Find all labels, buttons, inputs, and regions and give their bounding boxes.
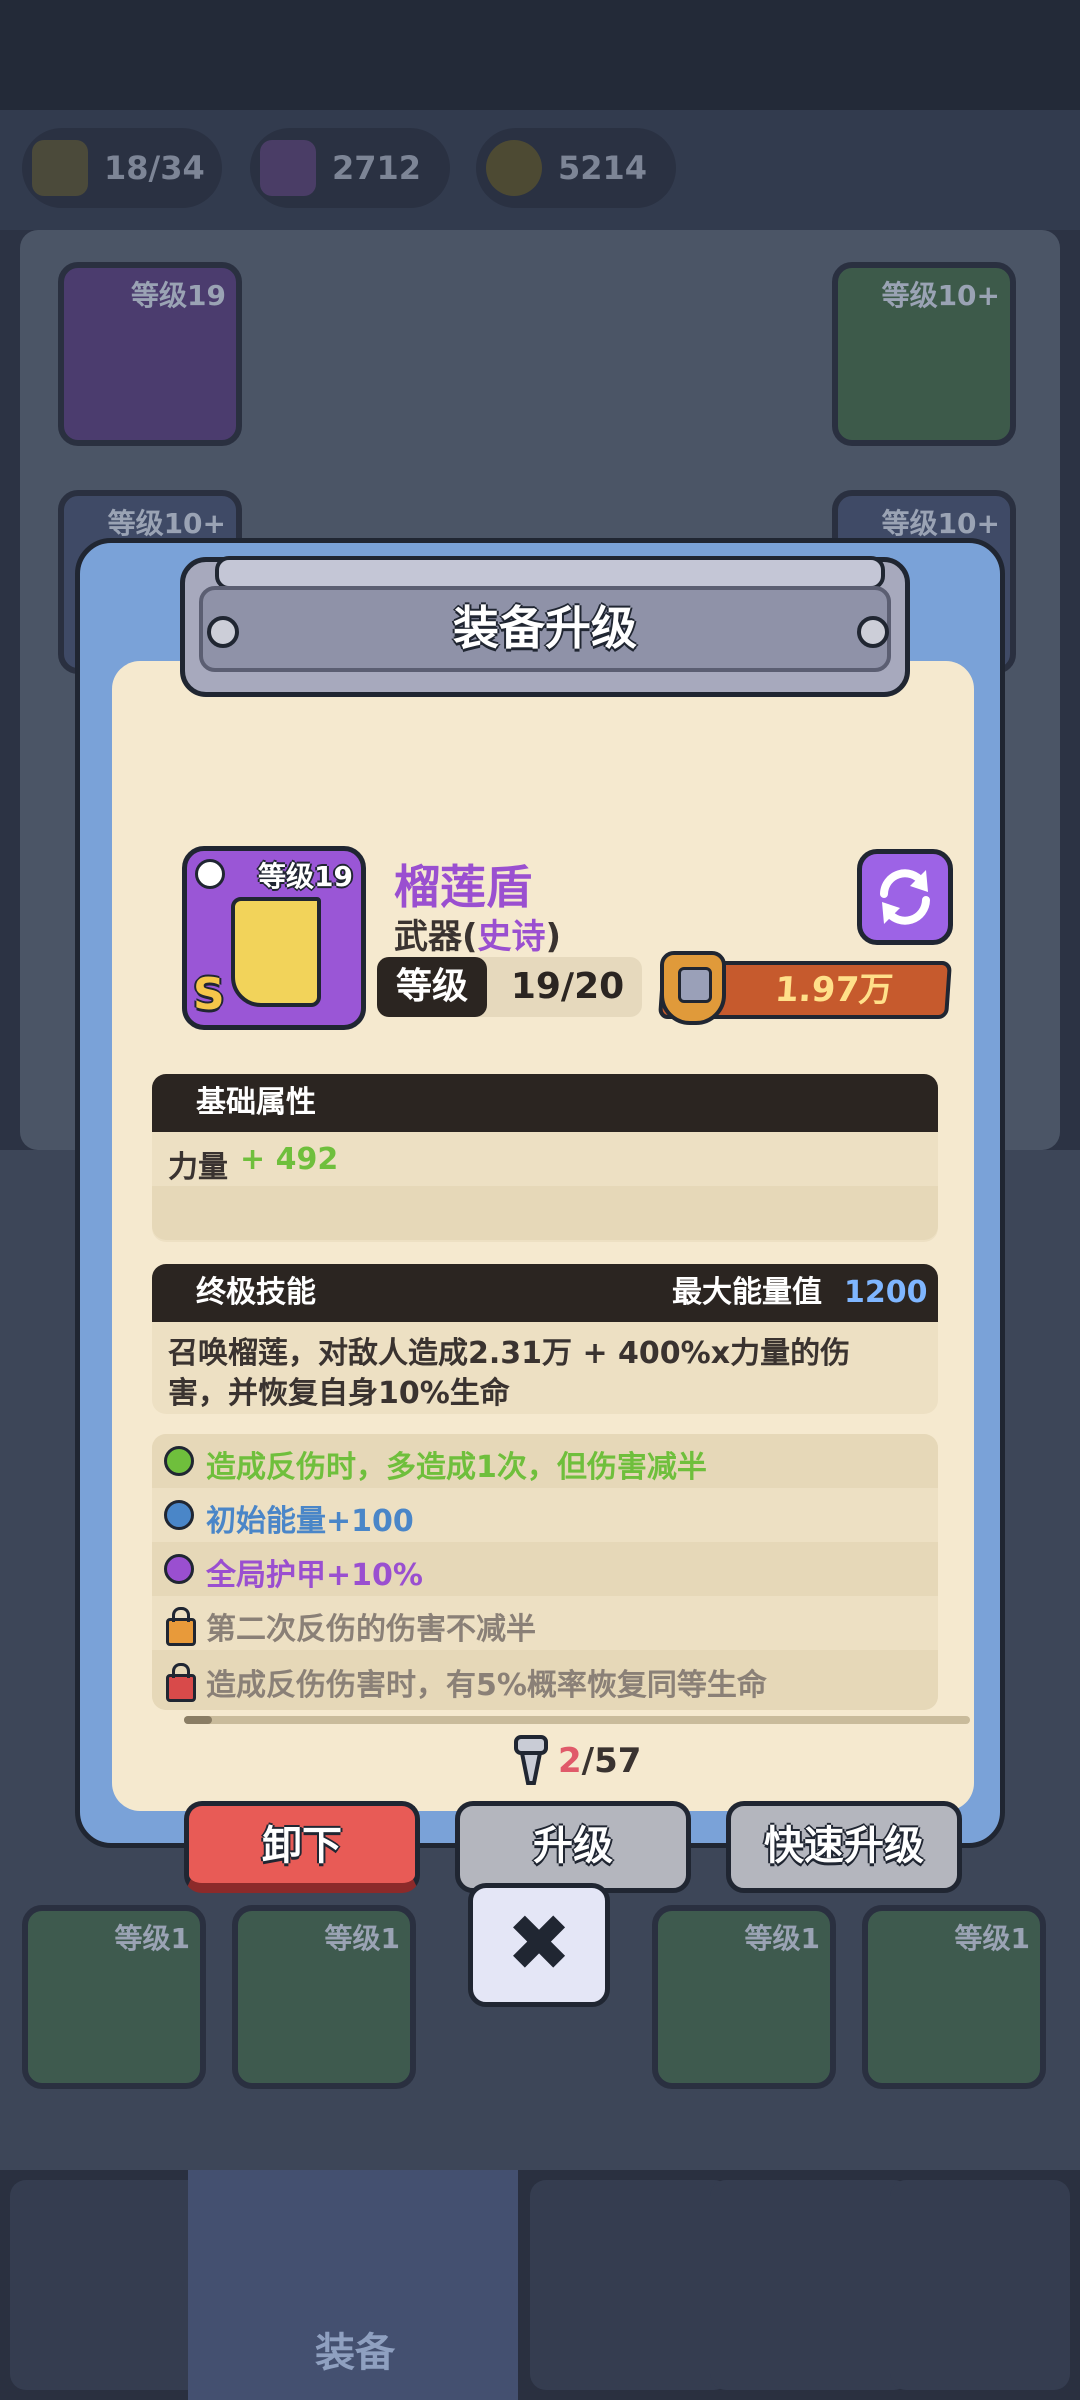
inventory-item[interactable]: 等级1 <box>232 1905 416 2089</box>
green-dot-icon <box>164 1446 194 1476</box>
close-icon: ✖ <box>506 1899 572 1989</box>
orange-lock-icon <box>166 1607 196 1646</box>
status-bar <box>0 0 1080 110</box>
level-box: 等级 19/20 <box>377 957 642 1017</box>
screw-icon <box>510 1735 552 1787</box>
shield-icon <box>660 951 726 1025</box>
rarity-badge: S <box>193 969 225 1020</box>
close-button[interactable]: ✖ <box>468 1883 610 2007</box>
energy-counter[interactable]: 18/34 <box>22 128 222 208</box>
modal-title: 装备升级 <box>453 601 637 655</box>
attr-row-strength: 力量 + 492 <box>168 1142 339 1185</box>
purple-cube-plus-icon <box>260 140 316 196</box>
upgrade-button[interactable]: 升级 <box>455 1801 691 1893</box>
inventory-item[interactable]: 等级1 <box>862 1905 1046 2089</box>
material-count: 2/57 <box>558 1741 642 1781</box>
inventory-item[interactable]: 等级1 <box>22 1905 206 2089</box>
nav-label-equipment: 装备 <box>315 2330 395 2376</box>
quest-icon[interactable] <box>710 2180 910 2390</box>
perk-row: 全局护甲+10% <box>152 1542 938 1596</box>
quick-upgrade-button[interactable]: 快速升级 <box>726 1801 962 1893</box>
lightning-plus-icon <box>32 140 88 196</box>
material-progress-bar <box>184 1716 970 1724</box>
coin-plus-icon <box>486 140 542 196</box>
equip-slot-weapon[interactable]: 等级19 <box>58 262 242 446</box>
title-plate: 装备升级 <box>180 556 910 697</box>
base-attr-body: 力量 + 492 <box>152 1132 938 1242</box>
item-type: 武器(史诗) <box>394 917 562 957</box>
puzzle-icon[interactable] <box>890 2180 1070 2390</box>
upgrade-modal: 等级19 S 榴莲盾 武器(史诗) 等级 19/20 1.97万 基础属性 力量… <box>75 538 1005 1893</box>
gem-counter[interactable]: 2712 <box>250 128 450 208</box>
max-energy-label: 最大能量值 <box>672 1275 822 1310</box>
ultimate-desc: 召唤榴莲，对敌人造成2.31万 + 400%x力量的伤 害，并恢复自身10%生命 <box>152 1322 938 1414</box>
red-lock-icon <box>166 1663 196 1702</box>
modal-body: 等级19 S 榴莲盾 武器(史诗) 等级 19/20 1.97万 基础属性 力量… <box>112 661 974 1893</box>
coin-counter[interactable]: 5214 <box>476 128 676 208</box>
perk-row: 造成反伤时，多造成1次，但伤害减半 <box>152 1434 938 1488</box>
unequip-button[interactable]: 卸下 <box>184 1801 420 1893</box>
blue-dot-icon <box>164 1500 194 1530</box>
ultimate-header: 终极技能 最大能量值 1200 <box>152 1264 938 1322</box>
max-energy-value: 1200 <box>844 1275 928 1310</box>
level-label: 等级 <box>377 957 487 1017</box>
perk-row: 造成反伤伤害时，有5%概率恢复同等生命 <box>152 1650 938 1710</box>
shop-icon[interactable] <box>10 2180 210 2390</box>
magnify-icon <box>195 859 225 889</box>
purple-dot-icon <box>164 1554 194 1584</box>
inventory-item[interactable]: 等级1 <box>652 1905 836 2089</box>
map-icon[interactable] <box>530 2180 730 2390</box>
base-attr-header: 基础属性 <box>152 1074 938 1132</box>
perk-row: 第二次反伤的伤害不减半 <box>152 1596 938 1650</box>
item-name: 榴莲盾 <box>394 860 532 914</box>
power-value: 1.97万 <box>773 970 895 1010</box>
equip-slot-book[interactable]: 等级10+ <box>832 262 1016 446</box>
item-icon[interactable]: 等级19 S <box>182 846 366 1030</box>
perk-row: 初始能量+100 <box>152 1488 938 1542</box>
durian-shield-icon <box>231 897 321 1007</box>
level-value: 19/20 <box>510 966 625 1007</box>
refresh-icon <box>880 869 930 925</box>
perk-list: 造成反伤时，多造成1次，但伤害减半 初始能量+100 全局护甲+10% 第二次反… <box>152 1434 938 1710</box>
swap-button[interactable] <box>857 849 953 945</box>
